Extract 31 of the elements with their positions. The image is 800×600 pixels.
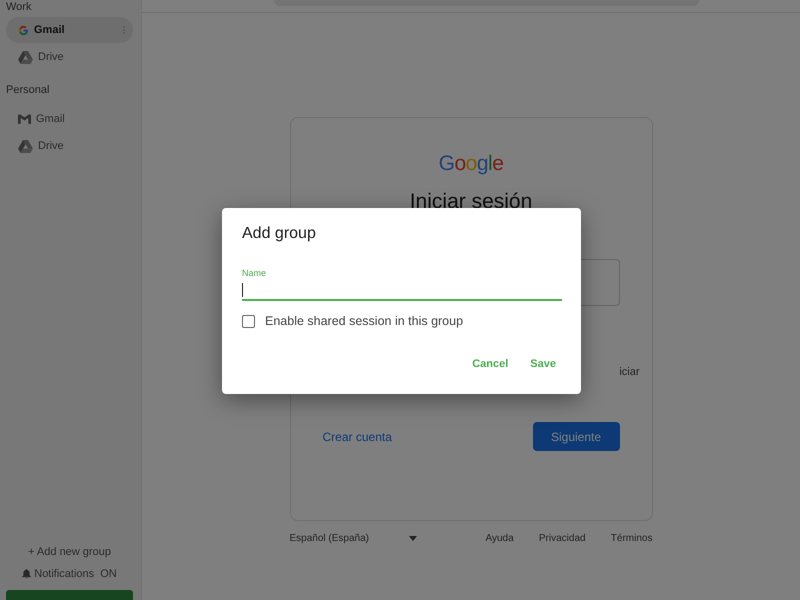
add-group-link[interactable]: + Add new group — [6, 546, 133, 558]
triangle-icon — [18, 140, 33, 152]
footer-link[interactable]: Términos — [610, 533, 652, 544]
sidebar-item[interactable]: Drive — [6, 44, 133, 70]
dialog-button[interactable]: Save — [524, 354, 562, 374]
dialog-title: Add group — [242, 225, 317, 243]
sign-in-title: Iniciar sesión — [410, 190, 532, 214]
checkbox-label: Enable shared session in this group — [265, 314, 464, 328]
info-text: iciar — [619, 366, 640, 378]
next-button[interactable]: Siguiente — [532, 422, 620, 451]
notifications-toggle[interactable]: ON — [97, 568, 117, 580]
group-title: Personal — [6, 83, 50, 97]
sidebar-item[interactable]: Gmail — [6, 17, 133, 43]
dialog-button[interactable]: Cancel — [466, 354, 514, 374]
checkbox[interactable] — [242, 314, 255, 328]
sidebar-item[interactable]: Gmail — [6, 106, 133, 132]
caret-icon[interactable] — [409, 536, 417, 541]
sidebar-item[interactable]: Drive — [6, 133, 133, 159]
footer-link[interactable]: Privacidad — [538, 533, 586, 544]
triangle-icon — [18, 50, 33, 64]
google-icon — [18, 24, 29, 36]
name-field[interactable]: Name — [242, 268, 562, 301]
action-bar[interactable] — [6, 590, 133, 600]
group-title: Work — [6, 0, 32, 14]
footer-link[interactable]: Ayuda — [486, 533, 514, 544]
create-account-link[interactable]: Crear cuenta — [322, 430, 392, 444]
bell-icon — [22, 569, 32, 579]
google-logo: Google — [438, 152, 504, 176]
language-select[interactable]: Español (España) — [290, 533, 480, 544]
notifications-label: Notifications — [34, 568, 94, 580]
mail-icon — [18, 114, 31, 124]
